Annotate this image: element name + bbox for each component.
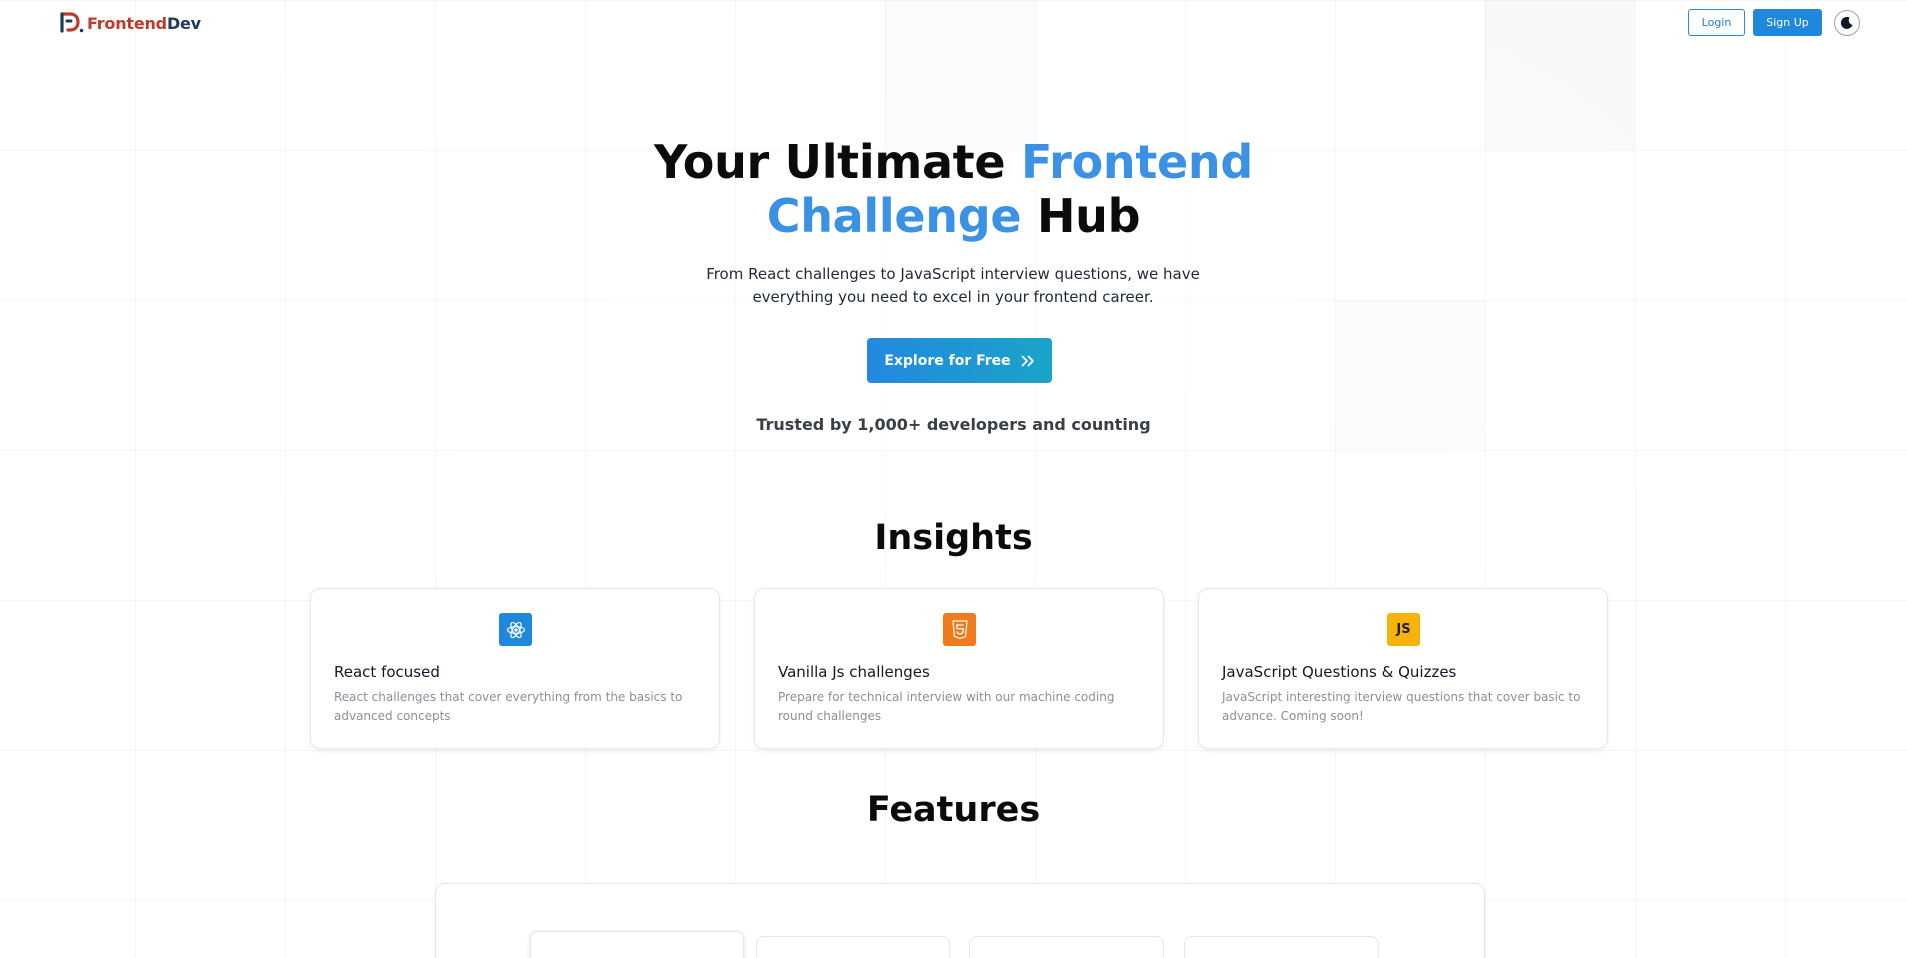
navbar: FrontendDev Login Sign Up (0, 0, 1907, 44)
insight-card-javascript-questions[interactable]: JS JavaScript Questions & Quizzes JavaSc… (1198, 588, 1608, 749)
signup-button[interactable]: Sign Up (1753, 9, 1822, 36)
feature-tab[interactable] (1184, 936, 1379, 958)
hero-subtitle: From React challenges to JavaScript inte… (706, 265, 1200, 306)
trusted-text: Trusted by 1,000+ developers and countin… (756, 415, 1151, 434)
fd-logo-icon (60, 12, 84, 33)
hero-title-part1: Your Ultimate (654, 135, 1021, 189)
page: FrontendDev Login Sign Up Your Ultimate … (0, 0, 1907, 958)
card-title: React focused (334, 663, 440, 681)
js-icon: JS (1387, 613, 1420, 646)
html5-icon (943, 613, 976, 646)
nav-actions: Login Sign Up (1688, 9, 1860, 36)
feature-tab[interactable] (969, 936, 1164, 958)
moon-icon (1840, 16, 1853, 29)
hero-title-highlight-challenge: Challenge (766, 189, 1022, 243)
features-title: Features (866, 790, 1041, 830)
hero-title-part2: Hub (1021, 189, 1141, 243)
card-title: JavaScript Questions & Quizzes (1222, 663, 1457, 681)
feature-tab[interactable] (530, 931, 744, 958)
card-description: JavaScript interesting iterview question… (1222, 690, 1581, 723)
card-description: Prepare for technical interview with our… (778, 690, 1115, 723)
card-title: Vanilla Js challenges (778, 663, 930, 681)
explore-for-free-button[interactable]: Explore for Free (867, 338, 1052, 383)
logo-text-dev: Dev (166, 13, 201, 33)
card-description: React challenges that cover everything f… (334, 690, 683, 723)
theme-toggle-button[interactable] (1834, 9, 1860, 36)
feature-tab[interactable] (756, 936, 950, 958)
logo-text-frontend: Frontend (87, 13, 167, 33)
logo-text: FrontendDev (87, 14, 201, 33)
cta-label: Explore for Free (884, 352, 1011, 369)
hero-title: Your Ultimate Frontend Challenge Hub (0, 135, 1907, 243)
insight-card-react[interactable]: React focused React challenges that cove… (310, 588, 720, 749)
insights-title: Insights (874, 518, 1033, 558)
react-icon (499, 613, 532, 646)
login-button[interactable]: Login (1688, 9, 1745, 36)
hero-title-highlight-frontend: Frontend (1021, 135, 1253, 189)
js-icon-label: JS (1396, 622, 1411, 637)
insight-card-vanilla-js[interactable]: Vanilla Js challenges Prepare for techni… (754, 588, 1164, 749)
double-chevron-right-icon (1021, 355, 1035, 367)
logo[interactable]: FrontendDev (60, 12, 201, 34)
